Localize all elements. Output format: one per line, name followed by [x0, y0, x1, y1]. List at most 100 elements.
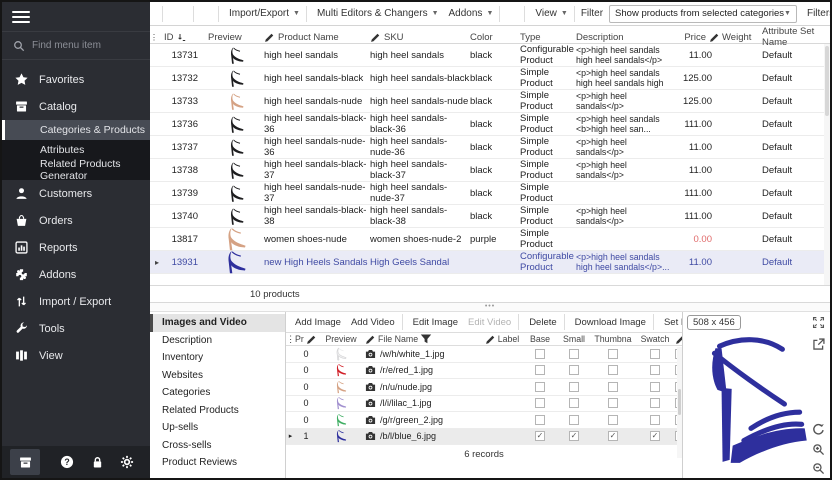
image-row-lilac[interactable]: 0/l/i/lilac_1.jpg — [286, 396, 682, 413]
addons-menu[interactable]: Addons▼ — [445, 8, 494, 19]
edit-image-button[interactable]: Edit Image — [410, 317, 458, 328]
sidebar-item-tools[interactable]: Tools — [2, 315, 150, 342]
add-video-button[interactable]: Add Video — [348, 317, 395, 328]
fit-screen-icon[interactable] — [812, 316, 825, 329]
checkbox-small[interactable] — [569, 349, 579, 359]
import-export-menu[interactable]: Import/Export▼ — [225, 8, 300, 19]
image-row-blue[interactable]: ▸1/b/l/blue_6.jpg✓✓✓✓ — [286, 429, 682, 446]
sidebar-subitem-categories-products[interactable]: Categories & Products — [2, 120, 150, 140]
column-header-color[interactable]: Color — [470, 32, 520, 43]
image-row-white[interactable]: 0/w/h/white_1.jpg — [286, 346, 682, 363]
sidebar-item-orders[interactable]: Orders — [2, 207, 150, 234]
sidebar-item-reports[interactable]: Reports — [2, 234, 150, 261]
checkbox-base[interactable] — [535, 398, 545, 408]
column-header-id[interactable]: ID — [164, 32, 208, 43]
zoom-out-icon[interactable] — [812, 462, 825, 475]
product-row-13737[interactable]: 13737high heel sandals-nude-36high heel … — [150, 136, 830, 159]
image-row-green[interactable]: 0/g/r/green_2.jpg — [286, 412, 682, 429]
column-chooser-icon[interactable]: ⋮ — [286, 334, 295, 345]
sidebar-item-customers[interactable]: Customers — [2, 180, 150, 207]
product-row-13731[interactable]: 13731high heel sandalshigh heel sandalsb… — [150, 44, 830, 67]
tab-product-reviews[interactable]: Product Reviews — [150, 454, 285, 472]
checkbox-small[interactable]: ✓ — [569, 431, 579, 441]
column-header-file-name[interactable]: File Name — [365, 333, 481, 345]
add-image-button[interactable]: Add Image — [292, 317, 341, 328]
sidebar-item-view[interactable]: View — [2, 342, 150, 369]
checkbox-thumbnail[interactable]: ✓ — [608, 431, 618, 441]
column-header-pr[interactable]: Pr — [295, 334, 317, 345]
menu-search-input[interactable] — [32, 40, 132, 51]
checkbox-small[interactable] — [569, 365, 579, 375]
column-header-sku[interactable]: SKU — [370, 32, 470, 43]
checkbox-thumbnail[interactable] — [608, 349, 618, 359]
checkbox-small[interactable] — [569, 398, 579, 408]
checkbox-small[interactable] — [569, 382, 579, 392]
checkbox-base[interactable] — [535, 382, 545, 392]
product-row-13733[interactable]: 13733high heel sandals-nudehigh heel san… — [150, 90, 830, 113]
sidebar-item-favorites[interactable]: Favorites — [2, 66, 150, 93]
sidebar-item-import-export[interactable]: Import / Export — [2, 288, 150, 315]
checkbox-small[interactable] — [569, 415, 579, 425]
column-header-swatch[interactable]: Swatch — [635, 334, 675, 344]
column-header-price[interactable]: Price — [676, 32, 722, 43]
tab-images-and-video[interactable]: Images and Video — [150, 314, 285, 332]
lock-icon[interactable] — [82, 449, 112, 475]
column-header-label[interactable]: Label — [481, 334, 523, 345]
sidebar-item-addons[interactable]: Addons — [2, 261, 150, 288]
tab-categories[interactable]: Categories — [150, 384, 285, 402]
filter-dropdown[interactable]: Show products from selected categories▼ — [609, 5, 797, 23]
column-header-description[interactable]: Description — [576, 32, 676, 43]
download-image-button[interactable]: Download Image — [572, 317, 646, 328]
multi-editors-menu[interactable]: Multi Editors & Changers▼ — [313, 8, 439, 19]
column-header-preview[interactable]: Preview — [208, 32, 264, 43]
panel-splitter[interactable]: ••• — [150, 303, 830, 312]
tab-websites[interactable]: Websites — [150, 367, 285, 385]
tab-related-products[interactable]: Related Products — [150, 402, 285, 420]
sidebar-item-catalog[interactable]: Catalog — [2, 93, 150, 120]
column-header-small[interactable]: Small — [557, 334, 591, 344]
tab-up-sells[interactable]: Up-sells — [150, 419, 285, 437]
product-row-13817[interactable]: 13817women shoes-nudewomen shoes-nude-2p… — [150, 228, 830, 251]
set-resize-rule-button[interactable]: Set Resize Rule — [661, 317, 682, 328]
filters-menu[interactable]: Filters▼ — [803, 8, 832, 19]
product-row-13732[interactable]: 13732high heel sandals-blackhigh heel sa… — [150, 67, 830, 90]
product-row-13738[interactable]: 13738high heel sandals-black-37high heel… — [150, 159, 830, 182]
rotate-icon[interactable] — [812, 423, 825, 436]
help-icon[interactable]: ? — [52, 449, 82, 475]
product-row-13740[interactable]: 13740high heel sandals-black-38high heel… — [150, 205, 830, 228]
column-header-base[interactable]: Base — [523, 334, 557, 344]
column-header-type[interactable]: Type — [520, 32, 576, 43]
checkbox-thumbnail[interactable] — [608, 365, 618, 375]
checkbox-base[interactable] — [535, 415, 545, 425]
column-header-weight[interactable]: Weight — [722, 32, 762, 43]
sidebar-subitem-related-products-generator[interactable]: Related Products Generator — [2, 160, 150, 180]
image-row-red[interactable]: 0/r/e/red_1.jpg — [286, 363, 682, 380]
zoom-in-icon[interactable] — [812, 443, 825, 456]
checkbox-base[interactable] — [535, 349, 545, 359]
column-header-thumbna[interactable]: Thumbna — [591, 334, 635, 344]
image-row-nude[interactable]: 0/n/u/nude.jpg — [286, 379, 682, 396]
delete-image-button[interactable]: Delete — [526, 317, 556, 328]
product-row-13739[interactable]: 13739high heel sandals-nude-37high heel … — [150, 182, 830, 205]
drawer-icon[interactable] — [10, 449, 40, 475]
tab-description[interactable]: Description — [150, 332, 285, 350]
tab-cross-sells[interactable]: Cross-sells — [150, 437, 285, 455]
sidebar-subitem-attributes[interactable]: Attributes — [2, 140, 150, 160]
checkbox-swatch[interactable] — [650, 349, 660, 359]
checkbox-swatch[interactable] — [650, 415, 660, 425]
checkbox-base[interactable]: ✓ — [535, 431, 545, 441]
vertical-scrollbar[interactable] — [824, 44, 830, 285]
tab-inventory[interactable]: Inventory — [150, 349, 285, 367]
column-header-product-name[interactable]: Product Name — [264, 32, 370, 43]
gear-icon[interactable] — [112, 449, 142, 475]
column-chooser-icon[interactable]: ⋮ — [150, 33, 164, 42]
product-row-13931[interactable]: ▸13931new High Heels SandalsHigh Geels S… — [150, 251, 830, 274]
checkbox-base[interactable] — [535, 365, 545, 375]
product-row-13736[interactable]: 13736high heel sandals-black-36high heel… — [150, 113, 830, 136]
column-header-attribute-set-name[interactable]: Attribute Set Name — [762, 26, 830, 48]
checkbox-swatch[interactable] — [650, 382, 660, 392]
checkbox-swatch[interactable]: ✓ — [650, 431, 660, 441]
checkbox-thumbnail[interactable] — [608, 382, 618, 392]
checkbox-swatch[interactable] — [650, 365, 660, 375]
edit-video-button[interactable]: Edit Video — [465, 317, 511, 328]
